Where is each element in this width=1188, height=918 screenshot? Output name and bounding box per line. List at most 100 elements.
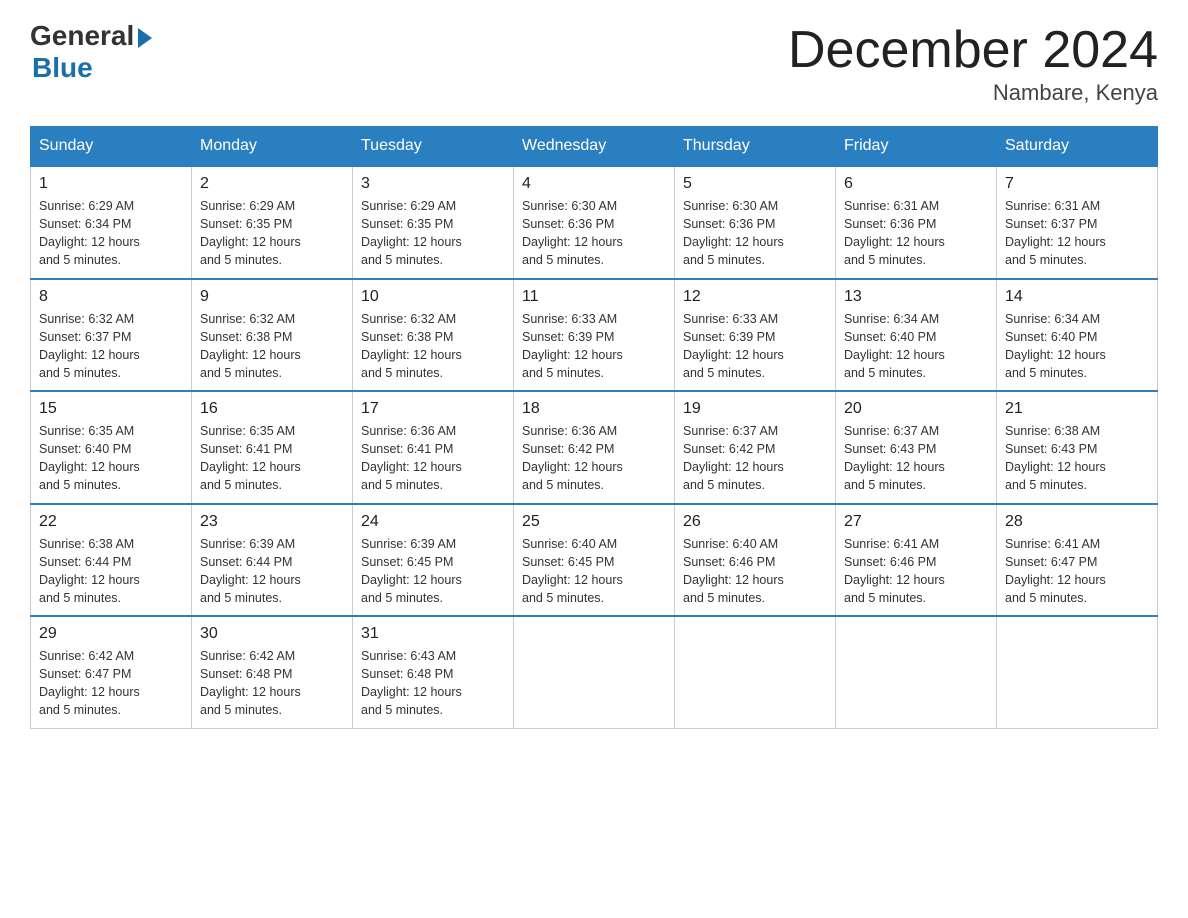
logo-general-text: General [30, 20, 134, 52]
day-number: 13 [844, 288, 988, 306]
day-info: Sunrise: 6:40 AMSunset: 6:45 PMDaylight:… [522, 535, 666, 608]
day-number: 11 [522, 288, 666, 306]
day-info: Sunrise: 6:38 AMSunset: 6:44 PMDaylight:… [39, 535, 183, 608]
table-row: 15Sunrise: 6:35 AMSunset: 6:40 PMDayligh… [31, 391, 192, 504]
day-info: Sunrise: 6:42 AMSunset: 6:47 PMDaylight:… [39, 647, 183, 720]
table-row: 5 Sunrise: 6:30 AMSunset: 6:36 PMDaylight… [675, 166, 836, 279]
day-number: 30 [200, 625, 344, 643]
table-row: 2 Sunrise: 6:29 AMSunset: 6:35 PMDaylight… [192, 166, 353, 279]
day-info: Sunrise: 6:32 AMSunset: 6:37 PMDaylight:… [39, 310, 183, 383]
day-number: 12 [683, 288, 827, 306]
table-row [997, 616, 1158, 728]
calendar-week-row: 8 Sunrise: 6:32 AMSunset: 6:37 PMDaylight… [31, 279, 1158, 392]
day-info: Sunrise: 6:34 AMSunset: 6:40 PMDaylight:… [1005, 310, 1149, 383]
table-row [514, 616, 675, 728]
day-info: Sunrise: 6:41 AMSunset: 6:47 PMDaylight:… [1005, 535, 1149, 608]
day-number: 29 [39, 625, 183, 643]
day-info: Sunrise: 6:35 AMSunset: 6:40 PMDaylight:… [39, 422, 183, 495]
day-number: 19 [683, 400, 827, 418]
day-number: 5 [683, 175, 827, 193]
calendar-header-row: SundayMondayTuesdayWednesdayThursdayFrid… [31, 127, 1158, 167]
table-row: 8 Sunrise: 6:32 AMSunset: 6:37 PMDaylight… [31, 279, 192, 392]
location-label: Nambare, Kenya [788, 80, 1158, 106]
day-number: 6 [844, 175, 988, 193]
day-info: Sunrise: 6:42 AMSunset: 6:48 PMDaylight:… [200, 647, 344, 720]
calendar-header-tuesday: Tuesday [353, 127, 514, 167]
day-number: 1 [39, 175, 183, 193]
table-row: 28 Sunrise: 6:41 AMSunset: 6:47 PMDayligh… [997, 504, 1158, 617]
day-number: 25 [522, 513, 666, 531]
logo-blue-text: Blue [32, 52, 93, 84]
day-info: Sunrise: 6:39 AMSunset: 6:45 PMDaylight:… [361, 535, 505, 608]
table-row: 7Sunrise: 6:31 AMSunset: 6:37 PMDaylight… [997, 166, 1158, 279]
day-info: Sunrise: 6:39 AMSunset: 6:44 PMDaylight:… [200, 535, 344, 608]
calendar-header-monday: Monday [192, 127, 353, 167]
day-number: 14 [1005, 288, 1149, 306]
month-title: December 2024 [788, 20, 1158, 80]
day-info: Sunrise: 6:31 AMSunset: 6:37 PMDaylight:… [1005, 197, 1149, 270]
calendar-week-row: 15Sunrise: 6:35 AMSunset: 6:40 PMDayligh… [31, 391, 1158, 504]
logo-arrow-icon [138, 28, 152, 48]
day-info: Sunrise: 6:33 AMSunset: 6:39 PMDaylight:… [522, 310, 666, 383]
table-row: 17 Sunrise: 6:36 AMSunset: 6:41 PMDayligh… [353, 391, 514, 504]
table-row: 19Sunrise: 6:37 AMSunset: 6:42 PMDayligh… [675, 391, 836, 504]
table-row: 24 Sunrise: 6:39 AMSunset: 6:45 PMDayligh… [353, 504, 514, 617]
day-info: Sunrise: 6:30 AMSunset: 6:36 PMDaylight:… [683, 197, 827, 270]
day-number: 10 [361, 288, 505, 306]
table-row: 23 Sunrise: 6:39 AMSunset: 6:44 PMDayligh… [192, 504, 353, 617]
table-row: 12 Sunrise: 6:33 AMSunset: 6:39 PMDayligh… [675, 279, 836, 392]
day-number: 24 [361, 513, 505, 531]
table-row: 9Sunrise: 6:32 AMSunset: 6:38 PMDaylight… [192, 279, 353, 392]
table-row: 26Sunrise: 6:40 AMSunset: 6:46 PMDayligh… [675, 504, 836, 617]
day-info: Sunrise: 6:29 AMSunset: 6:35 PMDaylight:… [200, 197, 344, 270]
table-row: 10Sunrise: 6:32 AMSunset: 6:38 PMDayligh… [353, 279, 514, 392]
calendar-week-row: 1 Sunrise: 6:29 AMSunset: 6:34 PMDaylight… [31, 166, 1158, 279]
table-row: 20 Sunrise: 6:37 AMSunset: 6:43 PMDayligh… [836, 391, 997, 504]
day-info: Sunrise: 6:32 AMSunset: 6:38 PMDaylight:… [200, 310, 344, 383]
calendar-header-wednesday: Wednesday [514, 127, 675, 167]
calendar-week-row: 22Sunrise: 6:38 AMSunset: 6:44 PMDayligh… [31, 504, 1158, 617]
day-info: Sunrise: 6:29 AMSunset: 6:34 PMDaylight:… [39, 197, 183, 270]
day-number: 28 [1005, 513, 1149, 531]
logo: General Blue [30, 20, 152, 84]
table-row [836, 616, 997, 728]
calendar-table: SundayMondayTuesdayWednesdayThursdayFrid… [30, 126, 1158, 729]
day-info: Sunrise: 6:37 AMSunset: 6:43 PMDaylight:… [844, 422, 988, 495]
table-row: 22Sunrise: 6:38 AMSunset: 6:44 PMDayligh… [31, 504, 192, 617]
day-number: 17 [361, 400, 505, 418]
day-number: 20 [844, 400, 988, 418]
table-row [675, 616, 836, 728]
table-row: 25 Sunrise: 6:40 AMSunset: 6:45 PMDayligh… [514, 504, 675, 617]
table-row: 21 Sunrise: 6:38 AMSunset: 6:43 PMDayligh… [997, 391, 1158, 504]
table-row: 14 Sunrise: 6:34 AMSunset: 6:40 PMDayligh… [997, 279, 1158, 392]
day-info: Sunrise: 6:38 AMSunset: 6:43 PMDaylight:… [1005, 422, 1149, 495]
day-info: Sunrise: 6:34 AMSunset: 6:40 PMDaylight:… [844, 310, 988, 383]
day-number: 4 [522, 175, 666, 193]
table-row: 30 Sunrise: 6:42 AMSunset: 6:48 PMDayligh… [192, 616, 353, 728]
day-info: Sunrise: 6:33 AMSunset: 6:39 PMDaylight:… [683, 310, 827, 383]
table-row: 11 Sunrise: 6:33 AMSunset: 6:39 PMDayligh… [514, 279, 675, 392]
day-number: 23 [200, 513, 344, 531]
day-info: Sunrise: 6:30 AMSunset: 6:36 PMDaylight:… [522, 197, 666, 270]
day-number: 8 [39, 288, 183, 306]
table-row: 6 Sunrise: 6:31 AMSunset: 6:36 PMDaylight… [836, 166, 997, 279]
calendar-header-sunday: Sunday [31, 127, 192, 167]
table-row: 3Sunrise: 6:29 AMSunset: 6:35 PMDaylight… [353, 166, 514, 279]
calendar-header-saturday: Saturday [997, 127, 1158, 167]
day-number: 18 [522, 400, 666, 418]
table-row: 1 Sunrise: 6:29 AMSunset: 6:34 PMDaylight… [31, 166, 192, 279]
page-header: General Blue December 2024 Nambare, Keny… [30, 20, 1158, 106]
day-number: 2 [200, 175, 344, 193]
day-info: Sunrise: 6:31 AMSunset: 6:36 PMDaylight:… [844, 197, 988, 270]
day-number: 31 [361, 625, 505, 643]
day-info: Sunrise: 6:41 AMSunset: 6:46 PMDaylight:… [844, 535, 988, 608]
day-number: 21 [1005, 400, 1149, 418]
calendar-header-thursday: Thursday [675, 127, 836, 167]
day-number: 26 [683, 513, 827, 531]
day-info: Sunrise: 6:36 AMSunset: 6:42 PMDaylight:… [522, 422, 666, 495]
day-info: Sunrise: 6:36 AMSunset: 6:41 PMDaylight:… [361, 422, 505, 495]
table-row: 16Sunrise: 6:35 AMSunset: 6:41 PMDayligh… [192, 391, 353, 504]
day-number: 16 [200, 400, 344, 418]
calendar-week-row: 29 Sunrise: 6:42 AMSunset: 6:47 PMDayligh… [31, 616, 1158, 728]
table-row: 29 Sunrise: 6:42 AMSunset: 6:47 PMDayligh… [31, 616, 192, 728]
